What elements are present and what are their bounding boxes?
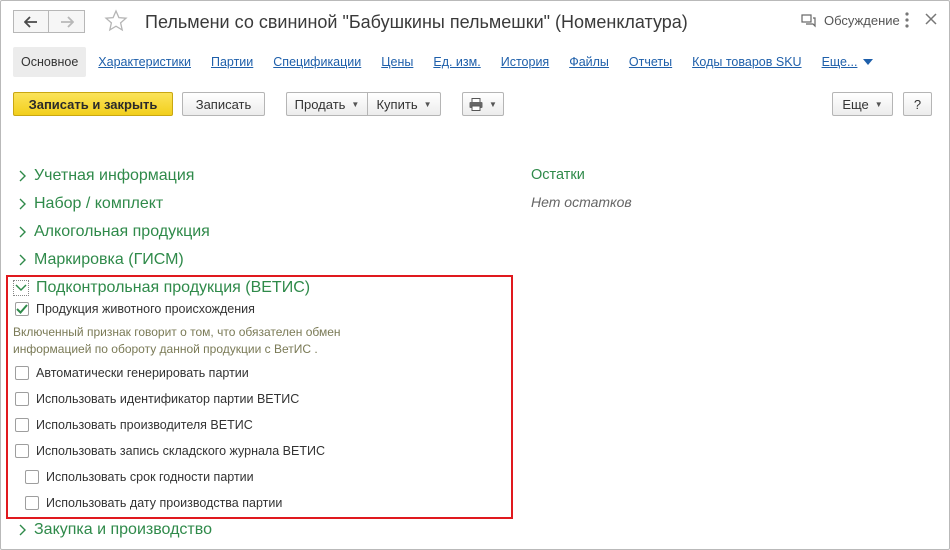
- save-and-close-button[interactable]: Записать и закрыть: [13, 92, 173, 116]
- save-button[interactable]: Записать: [182, 92, 265, 116]
- auto-generate-batches-row[interactable]: Автоматически генерировать партии: [15, 366, 249, 380]
- use-expiry-date-checkbox[interactable]: [25, 470, 39, 484]
- triangle-down-icon: [863, 59, 874, 65]
- buy-button[interactable]: Купить ▼: [367, 92, 441, 116]
- use-warehouse-journal-checkbox[interactable]: [15, 444, 29, 458]
- discussion-link[interactable]: Обсуждение: [801, 13, 900, 28]
- more-actions-label: Еще: [842, 96, 869, 112]
- checkmark-icon: [16, 304, 28, 314]
- chevron-right-icon: [19, 254, 26, 266]
- use-producer-checkbox[interactable]: [15, 418, 29, 432]
- section-kit-set[interactable]: Набор / комплект: [17, 195, 163, 213]
- print-button[interactable]: ▼: [462, 92, 504, 116]
- use-producer-row[interactable]: Использовать производителя ВЕТИС: [15, 418, 253, 432]
- caret-down-icon: ▼: [489, 99, 497, 109]
- tab-more[interactable]: Еще...: [822, 55, 874, 69]
- caret-down-icon: ▼: [351, 99, 360, 109]
- save-label: Записать: [195, 96, 252, 112]
- navigation-buttons: [13, 10, 85, 33]
- favorite-star-icon[interactable]: [104, 9, 128, 38]
- section-marking-gism[interactable]: Маркировка (ГИСМ): [17, 251, 184, 269]
- section-vetis[interactable]: Подконтрольная продукция (ВЕТИС): [13, 279, 310, 297]
- arrow-right-icon: [60, 15, 74, 28]
- checkbox-label: Продукция животного происхождения: [36, 302, 255, 316]
- section-label: Набор / комплект: [34, 195, 164, 212]
- chevron-right-icon: [19, 226, 26, 238]
- checkbox-label: Использовать запись складского журнала В…: [36, 444, 325, 458]
- vetis-hint-text: Включенный признак говорит о том, что об…: [13, 324, 413, 358]
- tab-reports[interactable]: Отчеты: [629, 55, 672, 69]
- section-label: Алкогольная продукция: [34, 223, 210, 240]
- section-label: Закупка и производство: [34, 521, 212, 538]
- sell-button[interactable]: Продать ▼: [286, 92, 368, 116]
- chevron-down-icon: [13, 280, 29, 296]
- animal-origin-checkbox-row[interactable]: Продукция животного происхождения: [15, 302, 255, 316]
- use-warehouse-journal-row[interactable]: Использовать запись складского журнала В…: [15, 444, 325, 458]
- section-label: Подконтрольная продукция (ВЕТИС): [36, 279, 311, 296]
- auto-generate-batches-checkbox[interactable]: [15, 366, 29, 380]
- section-accounting-info[interactable]: Учетная информация: [17, 167, 194, 185]
- checkbox-label: Автоматически генерировать партии: [36, 366, 249, 380]
- buy-label: Купить: [376, 96, 418, 112]
- stock-empty-text: Нет остатков: [531, 194, 632, 210]
- tab-prices[interactable]: Цены: [381, 55, 413, 69]
- tab-sku-codes[interactable]: Коды товаров SKU: [692, 55, 801, 69]
- arrow-left-icon: [24, 15, 37, 28]
- section-label: Маркировка (ГИСМ): [34, 251, 184, 268]
- chevron-right-icon: [19, 524, 26, 536]
- form-tabs: Основное Характеристики Партии Специфика…: [13, 47, 893, 77]
- tab-main[interactable]: Основное: [13, 47, 87, 77]
- section-purchase-production[interactable]: Закупка и производство: [17, 521, 212, 539]
- checkbox-label: Использовать дату производства партии: [46, 496, 283, 510]
- help-label: ?: [913, 96, 922, 112]
- discussion-label: Обсуждение: [824, 13, 900, 28]
- forward-button[interactable]: [49, 10, 85, 33]
- tab-units[interactable]: Ед. изм.: [433, 55, 480, 69]
- chat-icon: [801, 13, 816, 27]
- checkbox-label: Использовать идентификатор партии ВЕТИС: [36, 392, 300, 406]
- sell-label: Продать: [294, 96, 346, 112]
- use-batch-id-row[interactable]: Использовать идентификатор партии ВЕТИС: [15, 392, 299, 406]
- save-and-close-label: Записать и закрыть: [28, 96, 158, 112]
- tab-more-label: Еще...: [821, 55, 858, 69]
- caret-down-icon: ▼: [423, 99, 432, 109]
- caret-down-icon: ▼: [874, 99, 883, 109]
- tab-batches[interactable]: Партии: [211, 55, 253, 69]
- animal-origin-checkbox[interactable]: [15, 302, 29, 316]
- help-button[interactable]: ?: [903, 92, 932, 116]
- chevron-right-icon: [19, 198, 26, 210]
- use-production-date-row[interactable]: Использовать дату производства партии: [25, 496, 282, 510]
- checkbox-label: Использовать производителя ВЕТИС: [36, 418, 253, 432]
- use-production-date-checkbox[interactable]: [25, 496, 39, 510]
- section-alcohol-products[interactable]: Алкогольная продукция: [17, 223, 210, 241]
- use-expiry-date-row[interactable]: Использовать срок годности партии: [25, 470, 254, 484]
- printer-icon: [469, 97, 483, 111]
- hint-line: информацией по обороту данной продукции …: [13, 342, 318, 356]
- section-label: Учетная информация: [34, 167, 195, 184]
- tab-files[interactable]: Файлы: [569, 55, 609, 69]
- chevron-right-icon: [19, 170, 26, 182]
- window-more-icon[interactable]: [905, 12, 909, 33]
- back-button[interactable]: [13, 10, 49, 33]
- checkbox-label: Использовать срок годности партии: [46, 470, 254, 484]
- tab-characteristics[interactable]: Характеристики: [98, 55, 191, 69]
- more-actions-button[interactable]: Еще ▼: [832, 92, 893, 116]
- hint-line: Включенный признак говорит о том, что об…: [13, 325, 341, 339]
- window-close-icon[interactable]: [925, 12, 937, 30]
- tab-history[interactable]: История: [501, 55, 549, 69]
- window-title: Пельмени со свининой "Бабушкины пельмешк…: [145, 12, 688, 32]
- stock-title: Остатки: [531, 167, 585, 183]
- tab-specifications[interactable]: Спецификации: [273, 55, 361, 69]
- use-batch-id-checkbox[interactable]: [15, 392, 29, 406]
